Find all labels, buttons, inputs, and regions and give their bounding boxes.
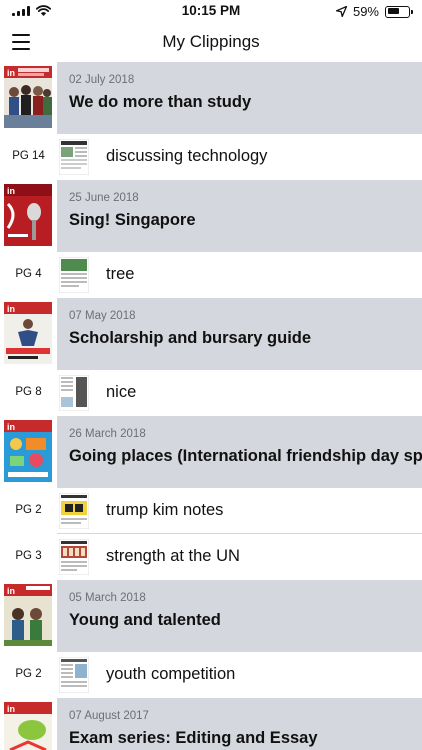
clipping-label: discussing technology xyxy=(106,147,268,165)
clipping-label: youth competition xyxy=(106,665,236,683)
issue-header[interactable]: in 25 June 2018 Sing! Singapore xyxy=(0,180,422,252)
issue-info-panel[interactable]: 25 June 2018 Sing! Singapore xyxy=(57,180,422,252)
svg-text:in: in xyxy=(7,304,15,314)
issue-header[interactable]: in 26 March 2018 Going places (Internati… xyxy=(0,416,422,488)
clipping-label: tree xyxy=(106,265,135,283)
clipping-row[interactable]: PG 8 nice xyxy=(0,370,422,416)
clipping-row[interactable]: PG 4 tree xyxy=(0,252,422,298)
clipping-thumbnail[interactable] xyxy=(59,539,89,575)
clipping-label: strength at the UN xyxy=(106,547,240,565)
svg-text:in: in xyxy=(7,704,15,714)
issue-date: 07 August 2017 xyxy=(69,710,149,722)
svg-text:in: in xyxy=(7,422,15,432)
clipping-thumbnail[interactable] xyxy=(59,257,89,293)
issue-title: Young and talented xyxy=(69,611,221,629)
issue-date: 26 March 2018 xyxy=(69,428,146,440)
issue-info-panel[interactable]: 07 May 2018 Scholarship and bursary guid… xyxy=(57,298,422,370)
issue-date: 02 July 2018 xyxy=(69,74,135,86)
issue-header[interactable]: in 05 March 2018 Young and talented xyxy=(0,580,422,652)
clipping-row[interactable]: PG 3 strength at the UN xyxy=(0,534,422,580)
issue-date: 07 May 2018 xyxy=(69,310,136,322)
issue-cover-thumbnail[interactable]: in xyxy=(4,584,52,646)
clipping-page-number: PG 2 xyxy=(15,504,42,516)
issue-date: 05 March 2018 xyxy=(69,592,146,604)
battery-level-fill xyxy=(387,8,399,14)
svg-text:in: in xyxy=(7,186,15,196)
clipping-label: trump kim notes xyxy=(106,501,224,519)
issue-cover-thumbnail[interactable]: in xyxy=(4,184,52,246)
issue-cover-thumbnail[interactable]: in xyxy=(4,702,52,750)
issue-title: Going places (International friendship d… xyxy=(69,447,422,465)
issue-title: Scholarship and bursary guide xyxy=(69,329,312,347)
svg-text:in: in xyxy=(7,68,15,78)
issue-title: Exam series: Editing and Essay xyxy=(69,729,318,747)
issue-header[interactable]: in 07 May 2018 Scholarship and bursary g… xyxy=(0,298,422,370)
issue-header[interactable]: in 07 August 2017 Exam series: Editing a… xyxy=(0,698,422,750)
issue-info-panel[interactable]: 02 July 2018 We do more than study xyxy=(57,62,422,134)
clipping-row[interactable]: PG 2 youth competition xyxy=(0,652,422,698)
issue-header[interactable]: in 02 July 2018 We do more than study xyxy=(0,62,422,134)
issue-title: We do more than study xyxy=(69,93,252,111)
clipping-label: nice xyxy=(106,383,137,401)
issue-title: Sing! Singapore xyxy=(69,211,196,229)
clipping-page-number: PG 3 xyxy=(15,550,42,562)
clipping-thumbnail[interactable] xyxy=(59,493,89,529)
clippings-list[interactable]: in 02 July 2018 We do more than study PG… xyxy=(0,62,422,750)
issue-info-panel[interactable]: 05 March 2018 Young and talented xyxy=(57,580,422,652)
clipping-thumbnail[interactable] xyxy=(59,657,89,693)
battery-percent: 59% xyxy=(352,4,379,19)
clipping-page-number: PG 8 xyxy=(15,386,42,398)
clipping-thumbnail[interactable] xyxy=(59,139,89,175)
clipping-page-number: PG 14 xyxy=(12,150,45,162)
issue-cover-thumbnail[interactable]: in xyxy=(4,420,52,482)
navigation-bar: My Clippings xyxy=(0,22,422,62)
location-arrow-icon xyxy=(335,6,347,17)
clipping-row[interactable]: PG 2 trump kim notes xyxy=(0,488,422,534)
battery-icon xyxy=(385,5,413,18)
clipping-page-number: PG 2 xyxy=(15,668,42,680)
issue-cover-thumbnail[interactable]: in xyxy=(4,66,52,128)
issue-info-panel[interactable]: 07 August 2017 Exam series: Editing and … xyxy=(57,698,422,750)
status-bar: 10:15 PM 59% xyxy=(0,0,422,22)
clipping-row[interactable]: PG 14 discussing technology xyxy=(0,134,422,180)
page-title: My Clippings xyxy=(162,32,260,51)
clipping-page-number: PG 4 xyxy=(15,268,42,280)
issue-info-panel[interactable]: 26 March 2018 Going places (Internationa… xyxy=(57,416,422,488)
status-right: 59% xyxy=(335,4,413,19)
issue-date: 25 June 2018 xyxy=(69,192,139,204)
svg-text:in: in xyxy=(7,586,15,596)
issue-cover-thumbnail[interactable]: in xyxy=(4,302,52,364)
clipping-thumbnail[interactable] xyxy=(59,375,89,411)
